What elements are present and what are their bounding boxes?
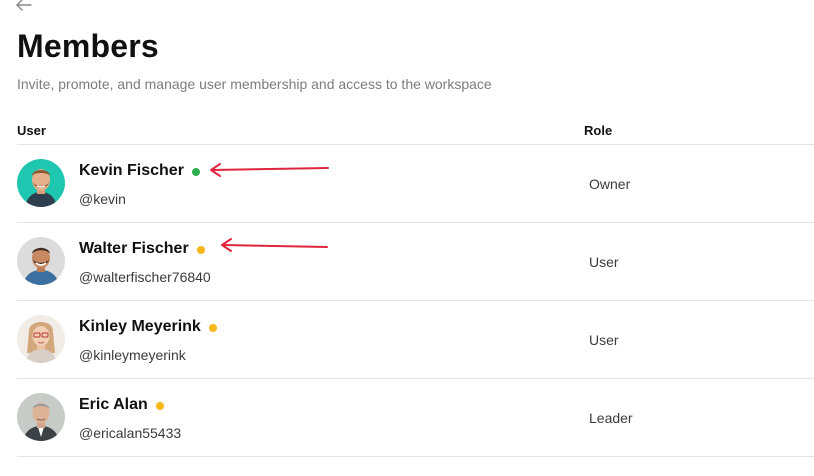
member-handle: @kevin [79,191,126,207]
status-away-indicator [155,401,164,410]
member-name[interactable]: Kevin Fischer [79,160,184,182]
annotation-arrow-icon [221,238,328,252]
status-away-indicator [208,323,217,332]
avatar[interactable] [17,237,65,285]
member-name[interactable]: Walter Fischer [79,238,189,260]
member-name[interactable]: Kinley Meyerink [79,316,201,338]
avatar[interactable] [17,393,65,441]
members-table: User Role Kevin Fischer @kevin Owner Wal… [17,120,814,457]
status-online-indicator [191,167,200,176]
member-handle: @walterfischer76840 [79,269,211,285]
member-role[interactable]: User [589,253,619,271]
status-away-indicator [196,245,205,254]
member-name-line: Walter Fischer [79,237,205,261]
member-role[interactable]: User [589,331,619,349]
member-row[interactable]: Eric Alan @ericalan55433 Leader [17,379,814,457]
member-row[interactable]: Walter Fischer @walterfischer76840 User [17,223,814,301]
member-handle: @ericalan55433 [79,425,182,441]
annotation-arrow-icon [210,163,329,177]
member-role[interactable]: Leader [589,409,633,427]
member-role[interactable]: Owner [589,175,630,193]
member-name-line: Kevin Fischer [79,159,200,183]
member-row[interactable]: Kevin Fischer @kevin Owner [17,145,814,223]
member-row[interactable]: Kinley Meyerink @kinleymeyerink User [17,301,814,379]
column-header-user: User [17,123,46,138]
back-arrow-icon[interactable] [15,0,33,14]
table-header: User Role [17,120,814,145]
column-header-role: Role [584,123,613,138]
member-handle: @kinleymeyerink [79,347,186,363]
avatar[interactable] [17,315,65,363]
page-title: Members [17,28,159,64]
members-page: Members Invite, promote, and manage user… [0,0,814,476]
page-subtitle: Invite, promote, and manage user members… [17,76,492,92]
member-name-line: Eric Alan [79,393,164,417]
member-name[interactable]: Eric Alan [79,394,148,416]
avatar[interactable] [17,159,65,207]
member-name-line: Kinley Meyerink [79,315,217,339]
